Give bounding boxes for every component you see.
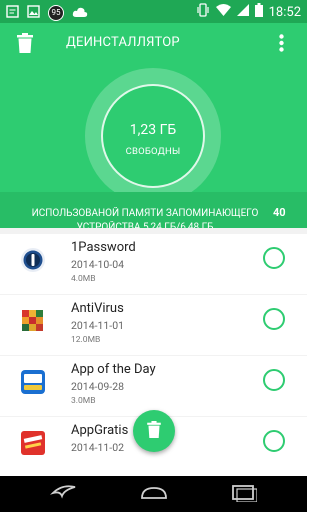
appgratis-icon <box>19 429 47 457</box>
list-item[interactable]: App of the Day 2014-09-28 3.0MB <box>0 356 307 416</box>
app-title: ДЕИНСТАЛЛЯТОР <box>66 35 180 50</box>
app-date: 2014-11-02 <box>71 441 125 454</box>
battery-icon <box>254 3 263 21</box>
wifi-icon <box>215 4 231 20</box>
free-space-value: 1,23 ГБ <box>129 122 177 138</box>
app-date: 2014-09-28 <box>71 380 125 393</box>
app-name: App of the Day <box>71 362 156 377</box>
trash-icon[interactable] <box>17 33 33 57</box>
1password-icon <box>19 246 47 274</box>
list-item[interactable]: 1Password 2014-10-04 4.0MB <box>0 234 307 294</box>
select-checkbox[interactable] <box>263 308 285 330</box>
back-icon[interactable] <box>49 484 78 506</box>
overflow-menu-icon[interactable] <box>279 34 284 56</box>
app-date: 2014-10-04 <box>71 258 125 271</box>
antivirus-icon <box>19 307 47 335</box>
select-checkbox[interactable] <box>263 247 285 269</box>
status-bar: 95 18:52 <box>0 0 307 23</box>
notification-badge: 95 <box>48 4 64 21</box>
uninstall-fab[interactable] <box>133 410 175 452</box>
app-name: AppGratis <box>71 423 129 438</box>
vibrate-icon <box>196 3 210 21</box>
navigation-bar <box>0 476 307 512</box>
trash-icon <box>147 420 161 442</box>
free-space-label: СВОБОДНЫ <box>125 146 181 157</box>
app-size: 4.0MB <box>71 274 96 284</box>
app-name: 1Password <box>71 240 136 255</box>
app-date: 2014-11-01 <box>71 319 125 332</box>
app-name: AntiVirus <box>71 301 124 316</box>
signal-icon <box>236 4 249 20</box>
app-size: 3.0MB <box>71 396 96 406</box>
select-checkbox[interactable] <box>263 369 285 391</box>
list-item[interactable]: AntiVirus 2014-11-01 12.0MB <box>0 295 307 355</box>
select-checkbox[interactable] <box>263 430 285 452</box>
app-of-the-day-icon <box>19 368 47 396</box>
home-icon[interactable] <box>139 484 169 506</box>
recents-icon[interactable] <box>231 484 258 506</box>
sms-icon <box>6 3 19 22</box>
app-count: 40 <box>273 206 286 219</box>
app-size: 12.0MB <box>71 335 101 345</box>
image-icon <box>27 3 40 22</box>
status-time: 18:52 <box>268 4 301 20</box>
cloud-icon <box>72 3 88 22</box>
